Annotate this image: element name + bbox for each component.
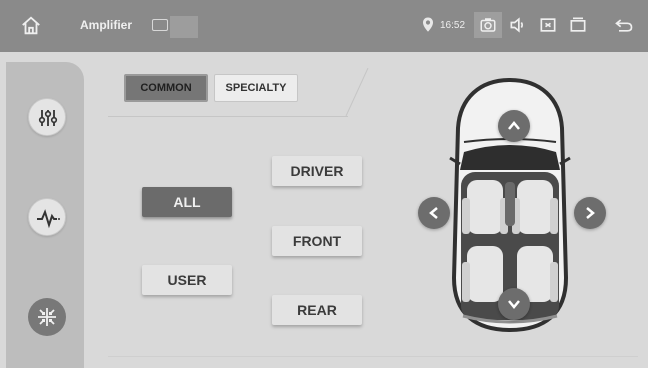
back-icon[interactable] bbox=[612, 15, 636, 35]
waveform-icon bbox=[37, 209, 60, 229]
chevron-right-icon bbox=[586, 207, 595, 219]
tab-specialty[interactable]: SPECIALTY bbox=[214, 74, 298, 102]
sidebar bbox=[6, 62, 84, 368]
rear-button[interactable]: REAR bbox=[272, 295, 362, 325]
chevron-left-icon bbox=[429, 207, 438, 219]
move-up-button[interactable] bbox=[498, 110, 530, 142]
screenshot-icon[interactable] bbox=[538, 15, 558, 35]
balance-icon bbox=[38, 308, 56, 326]
chevron-down-icon bbox=[508, 300, 520, 309]
camera-tab[interactable] bbox=[474, 12, 502, 38]
tab-common[interactable]: COMMON bbox=[124, 74, 208, 102]
window-icon[interactable] bbox=[568, 15, 588, 35]
move-left-button[interactable] bbox=[418, 197, 450, 229]
move-down-button[interactable] bbox=[498, 288, 530, 320]
volume-icon[interactable] bbox=[508, 15, 528, 35]
clock: 16:52 bbox=[440, 20, 466, 31]
sd-card-icon bbox=[152, 19, 168, 31]
app-title: Amplifier bbox=[80, 18, 133, 32]
location-icon bbox=[423, 17, 433, 32]
tab-divider bbox=[108, 116, 348, 117]
front-button[interactable]: FRONT bbox=[272, 226, 362, 256]
driver-button[interactable]: DRIVER bbox=[272, 156, 362, 186]
equalizer-icon bbox=[38, 110, 58, 126]
all-button[interactable]: ALL bbox=[142, 187, 232, 217]
move-right-button[interactable] bbox=[574, 197, 606, 229]
sidebar-item-equalizer[interactable] bbox=[28, 98, 66, 136]
user-button[interactable]: USER bbox=[142, 265, 232, 295]
app-tab-indicator bbox=[170, 16, 198, 38]
chevron-up-icon bbox=[508, 121, 520, 130]
sidebar-item-waveform[interactable] bbox=[28, 198, 66, 236]
camera-icon bbox=[480, 18, 496, 32]
sidebar-item-balance[interactable] bbox=[28, 298, 66, 336]
home-icon[interactable] bbox=[20, 15, 42, 37]
panel-divider bbox=[108, 356, 638, 357]
tab-frame-edge bbox=[345, 68, 369, 117]
status-bar: Amplifier 16:52 bbox=[0, 0, 648, 52]
